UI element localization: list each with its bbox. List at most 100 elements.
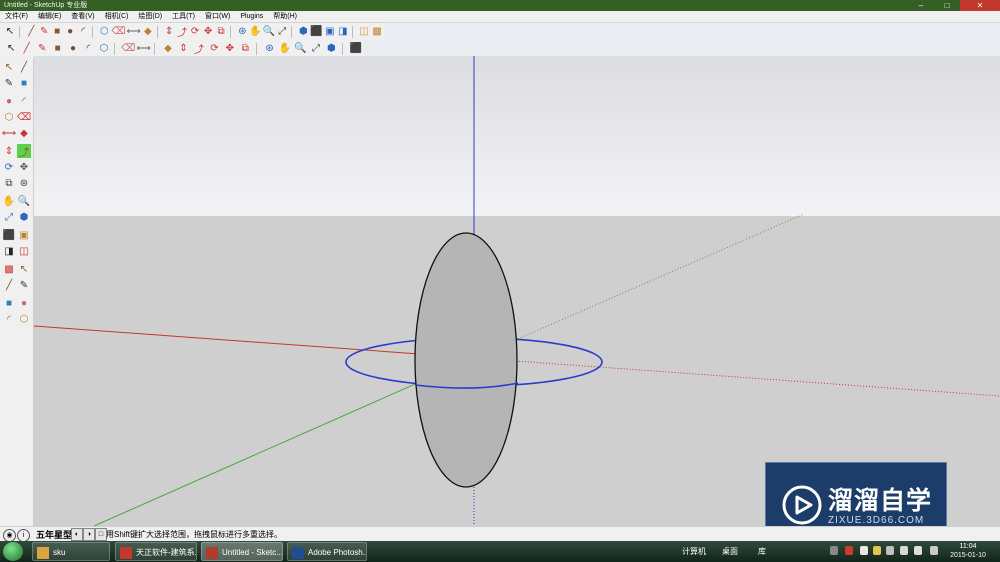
orbit-icon[interactable]: ◨	[2, 244, 16, 258]
menu-file[interactable]: 文件(F)	[0, 11, 33, 22]
tray-battery-icon[interactable]	[886, 546, 894, 555]
paint-bucket-icon[interactable]: ◆	[142, 25, 154, 39]
tray-computer[interactable]: 计算机	[682, 546, 706, 557]
hidden-line-icon[interactable]: ╱	[19, 42, 33, 56]
system-clock[interactable]: 11:04 2015-01-10	[948, 542, 988, 560]
position-camera-icon[interactable]: 🔍	[293, 42, 307, 56]
section-plane-icon[interactable]: ⌫	[121, 42, 135, 56]
tray-antivirus-icon[interactable]	[845, 546, 853, 555]
menu-edit[interactable]: 编辑(E)	[33, 11, 66, 22]
shaded-icon[interactable]: ✎	[35, 42, 49, 56]
orbit-icon[interactable]: ⊛	[236, 25, 248, 39]
tape-measure-icon[interactable]: ✋	[2, 194, 16, 208]
eraser-icon[interactable]: ■	[17, 76, 31, 90]
task-sketchup[interactable]: Untitled - Sketc...	[201, 542, 283, 561]
position-camera-icon[interactable]: ■	[2, 296, 16, 310]
right-view-icon[interactable]: ◨	[337, 25, 349, 39]
move-icon[interactable]: ✥	[202, 25, 214, 39]
previous-icon[interactable]: ✎	[17, 278, 31, 292]
section-plane-icon[interactable]: ⬡	[17, 312, 31, 326]
rotate-icon[interactable]: ⟳	[2, 160, 16, 174]
freehand-icon[interactable]: ◆	[17, 126, 31, 140]
start-button[interactable]	[3, 542, 23, 561]
scene-canvas[interactable]	[34, 56, 1000, 526]
xray-icon[interactable]: ◜	[81, 42, 95, 56]
maximize-button[interactable]: □	[934, 0, 960, 11]
smoove-icon[interactable]: ⟳	[207, 42, 221, 56]
axes-icon[interactable]: ⬛	[2, 228, 16, 242]
tray-volume-icon[interactable]	[900, 546, 908, 555]
rectangle-icon[interactable]: ■	[51, 25, 63, 39]
menu-window[interactable]: 窗口(W)	[200, 11, 235, 22]
wireframe-icon[interactable]: ↖	[4, 42, 18, 56]
make-component-icon[interactable]: ⬡	[98, 25, 110, 39]
tray-desktop[interactable]: 桌面	[722, 546, 738, 557]
eraser-icon[interactable]: ⌫	[111, 25, 125, 39]
previous-view-icon[interactable]: ⤢	[309, 42, 323, 56]
scale-icon[interactable]: ⧉	[2, 176, 16, 190]
sandbox-icon[interactable]: ◆	[161, 42, 175, 56]
section-cut-icon[interactable]: ⟷	[136, 42, 151, 56]
rectangle-icon[interactable]: ●	[2, 94, 16, 108]
freehand-icon[interactable]: ✎	[38, 25, 50, 39]
top-view-icon[interactable]: ⬛	[310, 25, 322, 39]
3d-text-icon[interactable]: ▣	[17, 228, 31, 242]
push-pull-icon[interactable]: ⤴	[17, 144, 31, 159]
circle-icon[interactable]: ●	[64, 25, 76, 39]
front-view-icon[interactable]: ▣	[324, 25, 336, 39]
follow-me-icon[interactable]: ✥	[17, 160, 31, 174]
rotate-icon[interactable]: ⟳	[189, 25, 201, 39]
task-photoshop[interactable]: Adobe Photosh...	[287, 542, 367, 561]
zoom-extents-icon[interactable]: ╱	[2, 278, 16, 292]
menu-draw[interactable]: 绘图(D)	[133, 11, 167, 22]
protractor-icon[interactable]: ⤢	[2, 210, 16, 224]
tray-network-icon[interactable]	[830, 546, 838, 555]
drawing-viewport[interactable]	[34, 56, 1000, 526]
tray-app-icon[interactable]	[873, 546, 881, 555]
menu-plugins[interactable]: Plugins	[235, 11, 268, 22]
paint-bucket-icon[interactable]: ✎	[2, 76, 16, 90]
pan-icon[interactable]: ✋	[249, 25, 261, 39]
line-icon[interactable]: ◜	[17, 94, 31, 108]
add-detail-icon[interactable]: ⧉	[238, 42, 252, 56]
iso-view-icon[interactable]: ⬢	[297, 25, 309, 39]
text-icon[interactable]: ⬢	[17, 210, 31, 224]
offset-icon[interactable]: ⧉	[215, 25, 227, 39]
menu-view[interactable]: 查看(V)	[66, 11, 99, 22]
task-tangent-software[interactable]: 天正软件-建筑系...	[115, 542, 197, 561]
offset-icon[interactable]: ⊛	[17, 176, 31, 190]
zoom-extents-icon[interactable]: ⤢	[276, 25, 288, 39]
select-icon[interactable]: ↖	[4, 25, 16, 39]
tray-shield-icon[interactable]	[860, 546, 868, 555]
stamp-icon[interactable]: ⇕	[176, 42, 190, 56]
tray-library[interactable]: 库	[758, 546, 766, 557]
tray-flag-icon[interactable]	[914, 546, 922, 555]
task-folder-sku[interactable]: sku	[32, 542, 110, 561]
minimize-button[interactable]: –	[908, 0, 934, 11]
select-icon[interactable]: ↖	[2, 60, 16, 74]
flip-edge-icon[interactable]: ✥	[223, 42, 237, 56]
tray-ime-icon[interactable]	[930, 546, 938, 555]
arc-icon[interactable]: ◜	[77, 25, 89, 39]
materials-icon[interactable]: ▩	[371, 25, 383, 39]
zoom-icon[interactable]: ▩	[2, 262, 16, 276]
menu-tools[interactable]: 工具(T)	[167, 11, 200, 22]
back-edges-icon[interactable]: ⬡	[97, 42, 111, 56]
follow-me-icon[interactable]: ⤴	[176, 25, 188, 39]
su-logo-icon[interactable]: ⬛	[349, 42, 363, 56]
monochrome-icon[interactable]: ●	[66, 42, 80, 56]
look-around-icon[interactable]: ●	[17, 296, 31, 310]
make-component-icon[interactable]: ╱	[17, 60, 31, 74]
walk-icon[interactable]: ◜	[2, 312, 16, 326]
zoom-window-icon[interactable]: ↖	[17, 262, 31, 276]
menu-help[interactable]: 帮助(H)	[268, 11, 302, 22]
move-icon[interactable]: ⇕	[2, 144, 16, 158]
look-around-icon[interactable]: ✋	[278, 42, 292, 56]
tape-measure-icon[interactable]: ⟷	[127, 25, 141, 39]
pan-icon[interactable]: ◫	[17, 244, 31, 258]
close-button[interactable]: ✕	[960, 0, 1000, 11]
status-toggle-a[interactable]: ◐	[71, 528, 83, 541]
drape-icon[interactable]: ⤴	[192, 42, 206, 56]
zoom-icon[interactable]: 🔍	[263, 25, 275, 39]
textured-icon[interactable]: ■	[50, 42, 64, 56]
